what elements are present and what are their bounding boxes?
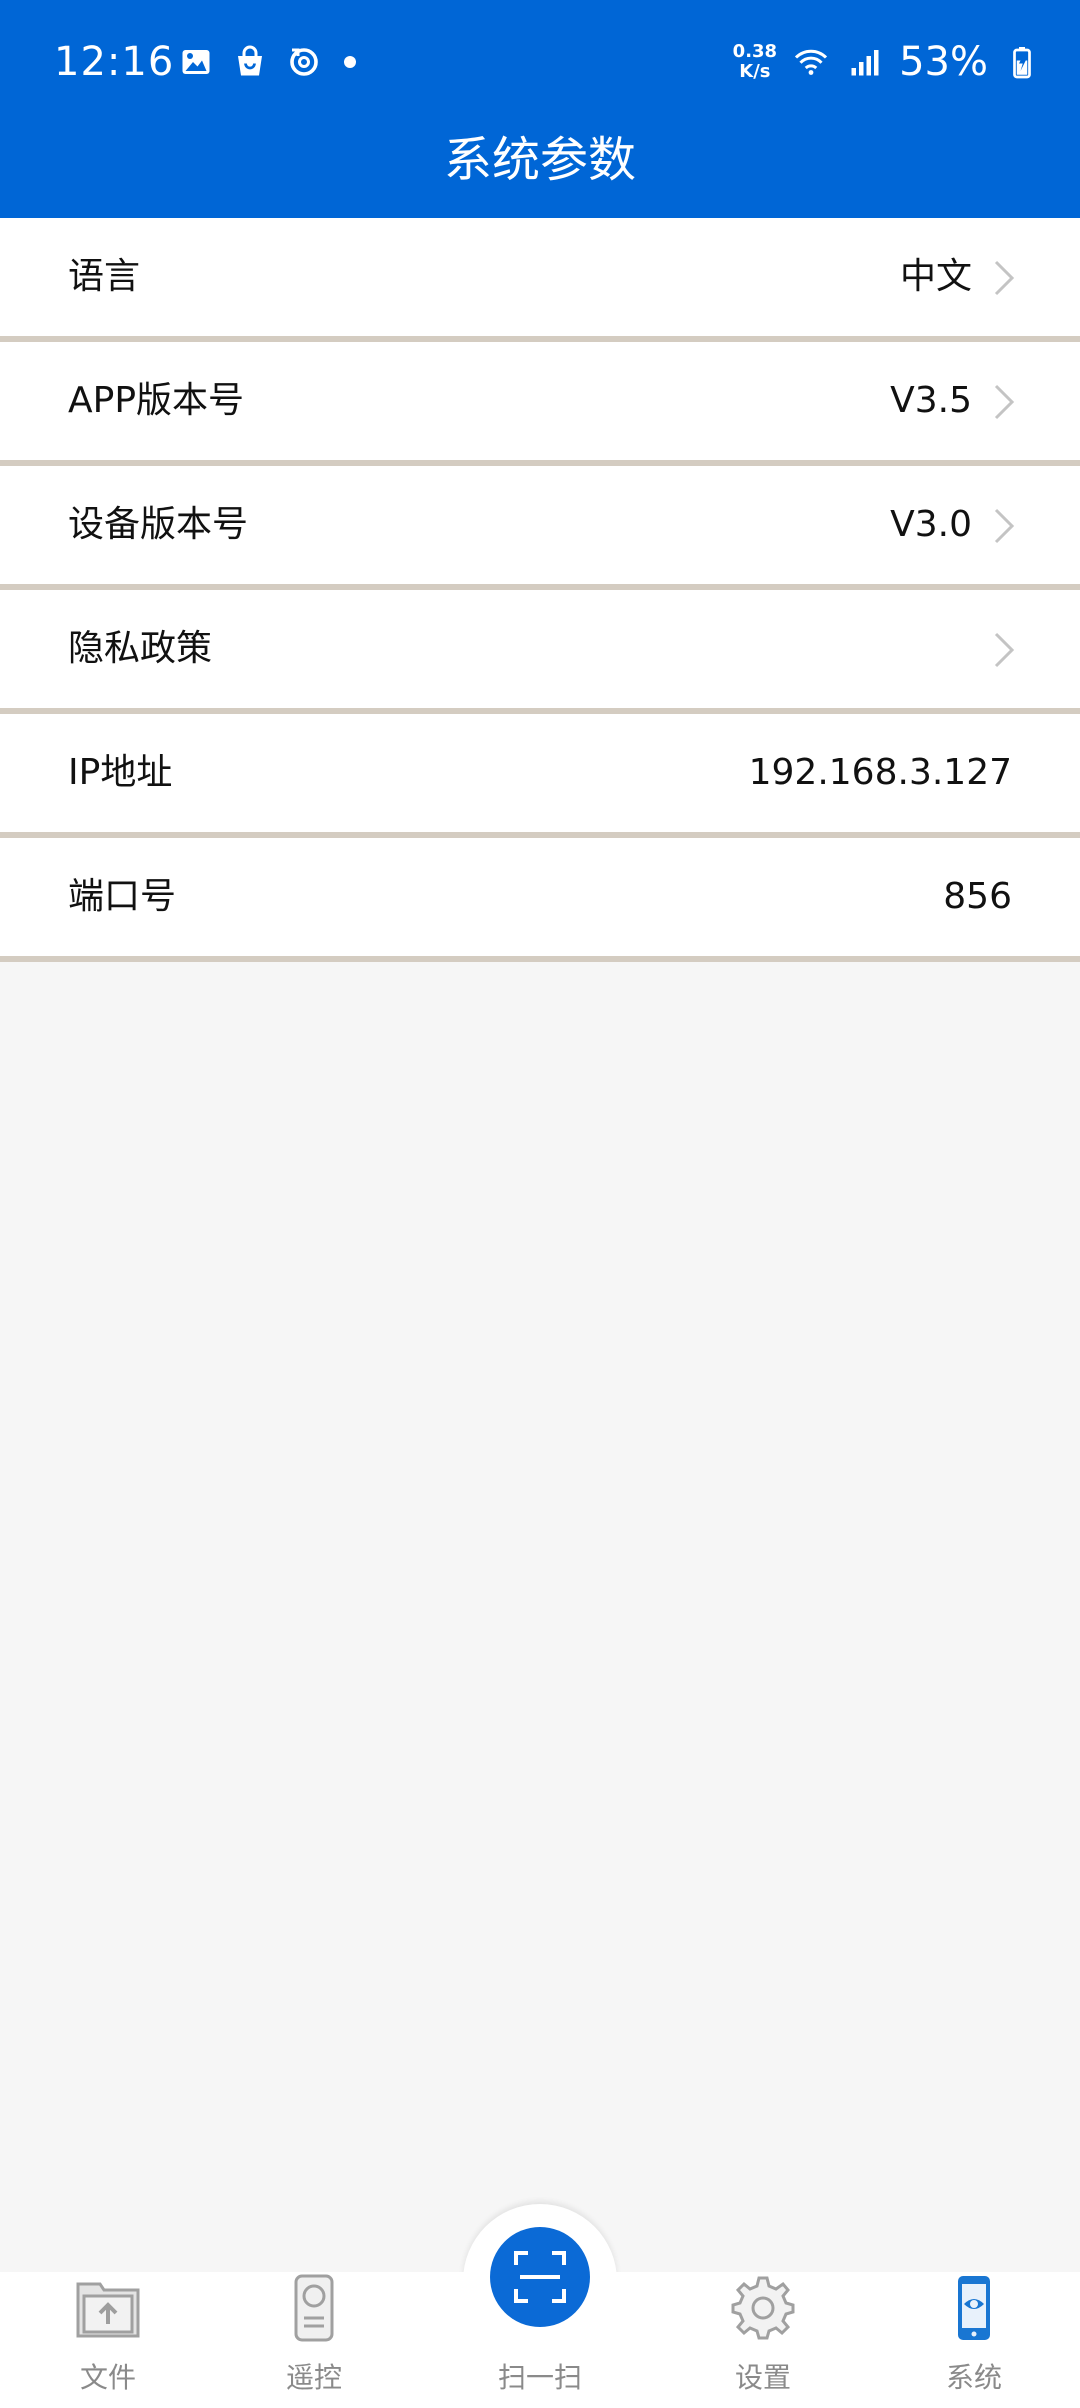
chevron-right-icon — [994, 384, 1015, 420]
setting-row-port: 端口号 856 — [0, 838, 1080, 962]
remote-control-icon — [294, 2274, 334, 2342]
chevron-right-icon — [994, 260, 1015, 296]
setting-label: 语言 — [68, 256, 141, 297]
setting-value: V3.5 — [890, 380, 972, 421]
nav-item-file[interactable]: 文件 — [0, 2272, 216, 2408]
wifi-icon — [791, 42, 831, 82]
shopping-bag-icon — [230, 42, 270, 82]
page-title: 系统参数 — [443, 132, 636, 188]
battery-percent: 53% — [899, 39, 988, 85]
setting-label: 端口号 — [68, 876, 177, 917]
gear-icon — [731, 2276, 795, 2340]
settings-list: 语言 中文 APP版本号 V3.5 设备版本号 V3.0 隐私政策 IP地址 1… — [0, 218, 1080, 962]
setting-row-language[interactable]: 语言 中文 — [0, 218, 1080, 342]
scan-button[interactable] — [490, 2227, 590, 2327]
net-speed-value: 0.38 — [732, 41, 778, 62]
status-bar: 12:16 0.38 K/s 53% — [0, 0, 1080, 120]
network-speed: 0.38 K/s — [733, 42, 777, 82]
signal-icon — [845, 42, 885, 82]
setting-row-ip-address: IP地址 192.168.3.127 — [0, 714, 1080, 838]
scan-icon — [514, 2251, 566, 2303]
net-speed-unit: K/s — [739, 61, 771, 82]
status-time: 12:16 — [54, 39, 175, 85]
nav-label: 设置 — [734, 2361, 791, 2394]
top-app-bar: 12:16 0.38 K/s 53% 系统参数 — [0, 0, 1080, 218]
nav-label: 遥控 — [285, 2361, 342, 2394]
nav-item-system[interactable]: 系统 — [866, 2272, 1080, 2408]
chevron-right-icon — [994, 632, 1015, 668]
setting-row-app-version[interactable]: APP版本号 V3.5 — [0, 342, 1080, 466]
sync-icon — [284, 42, 324, 82]
phone-system-icon — [958, 2276, 990, 2340]
setting-value: 中文 — [899, 256, 972, 297]
setting-label: 设备版本号 — [68, 504, 249, 545]
setting-row-privacy-policy[interactable]: 隐私政策 — [0, 590, 1080, 714]
chevron-right-icon — [994, 508, 1015, 544]
notification-dot — [344, 56, 356, 68]
setting-label: APP版本号 — [68, 380, 245, 421]
status-right-icons: 0.38 K/s 53% — [733, 34, 1042, 90]
setting-value: 192.168.3.127 — [748, 752, 1012, 793]
battery-charging-icon — [1002, 42, 1042, 82]
image-icon — [176, 42, 216, 82]
setting-value: V3.0 — [890, 504, 972, 545]
status-left-icons — [176, 40, 356, 84]
app-root: 12:16 0.38 K/s 53% 系统参数 语言 中文 APP版本号 V3.… — [0, 0, 1080, 2408]
setting-row-device-version[interactable]: 设备版本号 V3.0 — [0, 466, 1080, 590]
nav-label: 扫一扫 — [497, 2361, 582, 2394]
nav-label: 文件 — [79, 2361, 136, 2394]
setting-label: IP地址 — [68, 752, 173, 793]
setting-label: 隐私政策 — [68, 628, 213, 669]
nav-label: 系统 — [945, 2361, 1002, 2394]
nav-item-remote[interactable]: 遥控 — [206, 2272, 422, 2408]
file-upload-icon — [76, 2282, 140, 2338]
nav-item-settings[interactable]: 设置 — [655, 2272, 871, 2408]
setting-value: 856 — [943, 876, 1012, 917]
